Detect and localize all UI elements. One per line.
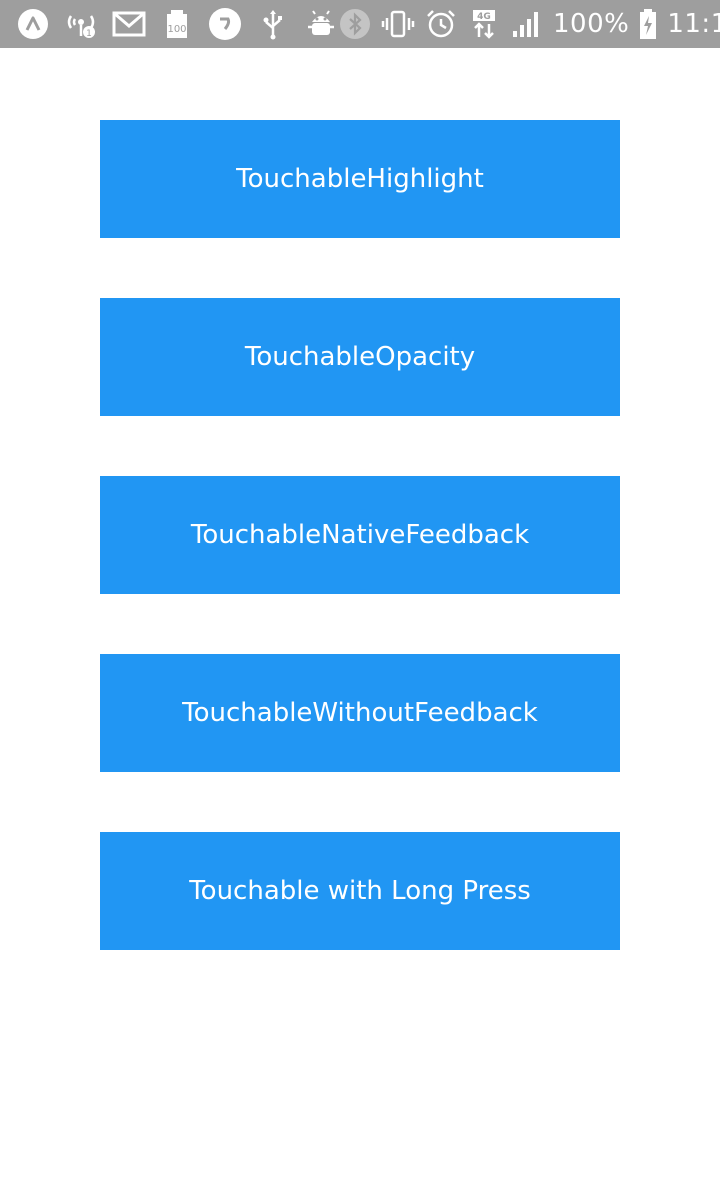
signal-icon: [510, 7, 544, 41]
touchable-native-feedback-button[interactable]: TouchableNativeFeedback: [100, 476, 620, 594]
touchable-long-press-button[interactable]: Touchable with Long Press: [100, 832, 620, 950]
status-bar-system: 4G 100% 11:12: [338, 7, 720, 41]
clock: 11:12: [667, 9, 720, 39]
svg-text:1: 1: [86, 29, 92, 39]
main-content: TouchableHighlight TouchableOpacity Touc…: [0, 48, 720, 1184]
refresh-icon: [208, 7, 242, 41]
wifi-hotspot-icon: 1: [64, 7, 98, 41]
alarm-icon: [424, 7, 458, 41]
battery-percent: 100%: [553, 9, 630, 39]
usb-icon: [256, 7, 290, 41]
network-4g-icon: 4G: [467, 7, 501, 41]
touchable-highlight-button[interactable]: TouchableHighlight: [100, 120, 620, 238]
touchable-without-feedback-button[interactable]: TouchableWithoutFeedback: [100, 654, 620, 772]
vibrate-icon: [381, 7, 415, 41]
expo-icon: [16, 7, 50, 41]
bluetooth-icon: [338, 7, 372, 41]
status-bar-notifications: 1 100: [16, 7, 338, 41]
storage-100-icon: 100: [160, 7, 194, 41]
android-debug-icon: [304, 7, 338, 41]
svg-text:100: 100: [167, 24, 186, 35]
svg-text:4G: 4G: [477, 12, 491, 22]
touchable-opacity-button[interactable]: TouchableOpacity: [100, 298, 620, 416]
battery-charging-icon: [638, 7, 658, 41]
gmail-icon: [112, 7, 146, 41]
status-bar: 1 100 4G 100% 11:1: [0, 0, 720, 48]
